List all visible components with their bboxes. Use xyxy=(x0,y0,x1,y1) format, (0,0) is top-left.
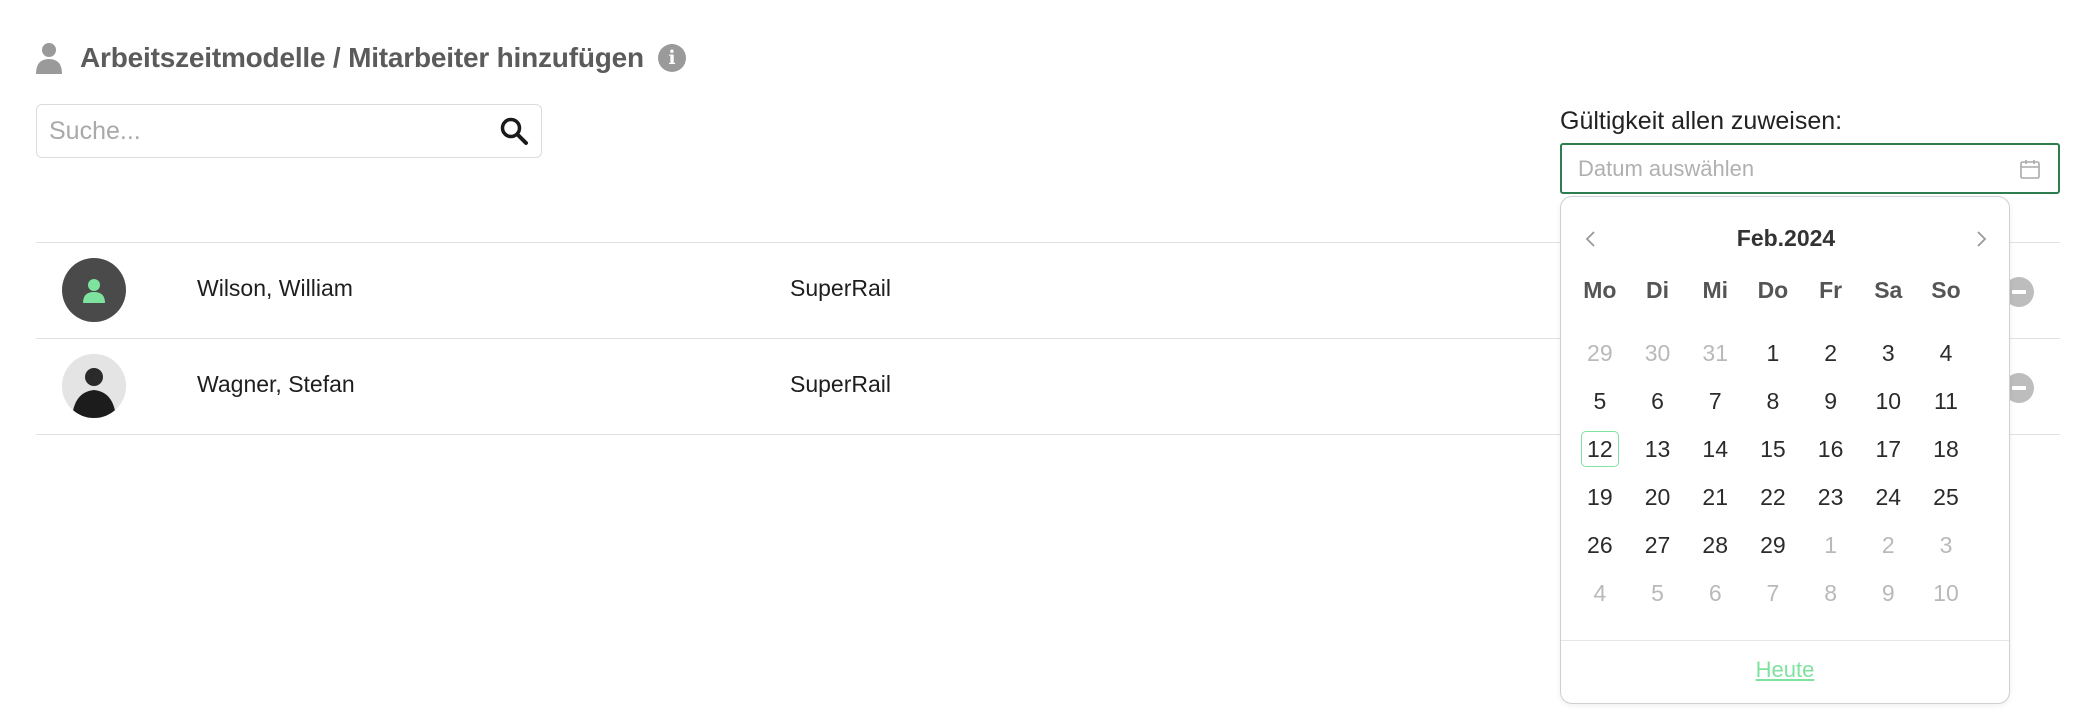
calendar-day-today[interactable]: 12 xyxy=(1571,425,1629,473)
date-picker-field[interactable] xyxy=(1560,143,2060,194)
validity-label: Gültigkeit allen zuweisen: xyxy=(1560,107,1843,135)
chevron-right-icon[interactable] xyxy=(1969,227,1993,251)
calendar-day[interactable]: 9 xyxy=(1802,377,1860,425)
calendar-day[interactable]: 15 xyxy=(1744,425,1802,473)
calendar-day[interactable]: 17 xyxy=(1859,425,1917,473)
calendar-grid: Mo Di Mi Do Fr Sa So 29 30 31 1 2 3 4 5 … xyxy=(1571,275,1975,617)
calendar-day[interactable]: 4 xyxy=(1571,569,1629,617)
info-icon[interactable]: i xyxy=(657,44,686,72)
calendar-day[interactable]: 27 xyxy=(1629,521,1687,569)
calendar-day[interactable]: 29 xyxy=(1571,329,1629,377)
date-picker-popup: Feb.2024 Mo Di Mi Do Fr Sa So 29 30 31 1… xyxy=(1560,196,2010,704)
calendar-day[interactable]: 29 xyxy=(1744,521,1802,569)
profile-photo xyxy=(62,354,126,418)
search-box xyxy=(36,104,542,158)
page-title: Arbeitszeitmodelle / Mitarbeiter hinzufü… xyxy=(80,42,644,73)
calendar-day[interactable]: 8 xyxy=(1744,377,1802,425)
employee-company: SuperRail xyxy=(790,275,891,301)
weekday-label: Sa xyxy=(1874,277,1903,303)
weekday-label: So xyxy=(1931,277,1961,303)
employee-name: Wagner, Stefan xyxy=(197,371,355,397)
calendar-day[interactable]: 1 xyxy=(1802,521,1860,569)
calendar-day[interactable]: 20 xyxy=(1629,473,1687,521)
user-icon xyxy=(36,43,62,74)
search-icon[interactable] xyxy=(499,116,529,146)
search-input[interactable] xyxy=(37,104,499,158)
default-user-icon xyxy=(83,279,105,303)
employee-company: SuperRail xyxy=(790,371,891,397)
calendar-day[interactable]: 1 xyxy=(1744,329,1802,377)
calendar-day[interactable]: 11 xyxy=(1917,377,1975,425)
calendar-icon[interactable] xyxy=(2018,157,2042,181)
calendar-day[interactable]: 2 xyxy=(1802,329,1860,377)
calendar-day[interactable]: 5 xyxy=(1629,569,1687,617)
avatar xyxy=(62,354,126,418)
calendar-day[interactable]: 3 xyxy=(1917,521,1975,569)
calendar-day[interactable]: 4 xyxy=(1917,329,1975,377)
calendar-day[interactable]: 6 xyxy=(1629,377,1687,425)
weekday-label: Mi xyxy=(1702,277,1728,303)
calendar-day[interactable]: 24 xyxy=(1859,473,1917,521)
avatar xyxy=(62,258,126,322)
calendar-day[interactable]: 14 xyxy=(1686,425,1744,473)
calendar-day[interactable]: 31 xyxy=(1686,329,1744,377)
calendar-day[interactable]: 9 xyxy=(1859,569,1917,617)
calendar-day[interactable]: 22 xyxy=(1744,473,1802,521)
weekday-label: Di xyxy=(1646,277,1670,303)
calendar-weekdays: Mo Di Mi Do Fr Sa So xyxy=(1571,275,1975,305)
calendar-day[interactable]: 3 xyxy=(1859,329,1917,377)
calendar-day[interactable]: 30 xyxy=(1629,329,1687,377)
calendar-month-label[interactable]: Feb.2024 xyxy=(1561,225,2011,252)
calendar-day[interactable]: 10 xyxy=(1859,377,1917,425)
calendar-day[interactable]: 16 xyxy=(1802,425,1860,473)
calendar-day[interactable]: 13 xyxy=(1629,425,1687,473)
calendar-days: 29 30 31 1 2 3 4 5 6 7 8 9 10 11 12 13 1… xyxy=(1571,329,1975,617)
weekday-label: Fr xyxy=(1819,277,1843,303)
calendar-day[interactable]: 5 xyxy=(1571,377,1629,425)
calendar-day[interactable]: 6 xyxy=(1686,569,1744,617)
date-input[interactable] xyxy=(1562,144,2018,193)
calendar-day[interactable]: 25 xyxy=(1917,473,1975,521)
weekday-label: Mo xyxy=(1583,277,1617,303)
calendar-day[interactable]: 23 xyxy=(1802,473,1860,521)
calendar-day[interactable]: 7 xyxy=(1744,569,1802,617)
calendar-day[interactable]: 18 xyxy=(1917,425,1975,473)
today-button[interactable]: Heute xyxy=(1561,657,2009,683)
employee-name: Wilson, William xyxy=(197,275,353,301)
calendar-footer-divider xyxy=(1561,640,2009,641)
calendar-day[interactable]: 10 xyxy=(1917,569,1975,617)
calendar-day[interactable]: 21 xyxy=(1686,473,1744,521)
calendar-day[interactable]: 19 xyxy=(1571,473,1629,521)
calendar-day[interactable]: 28 xyxy=(1686,521,1744,569)
calendar-day[interactable]: 8 xyxy=(1802,569,1860,617)
calendar-day[interactable]: 26 xyxy=(1571,521,1629,569)
calendar-day[interactable]: 2 xyxy=(1859,521,1917,569)
weekday-label: Do xyxy=(1757,277,1789,303)
page-header: Arbeitszeitmodelle / Mitarbeiter hinzufü… xyxy=(34,38,686,78)
calendar-day[interactable]: 7 xyxy=(1686,377,1744,425)
